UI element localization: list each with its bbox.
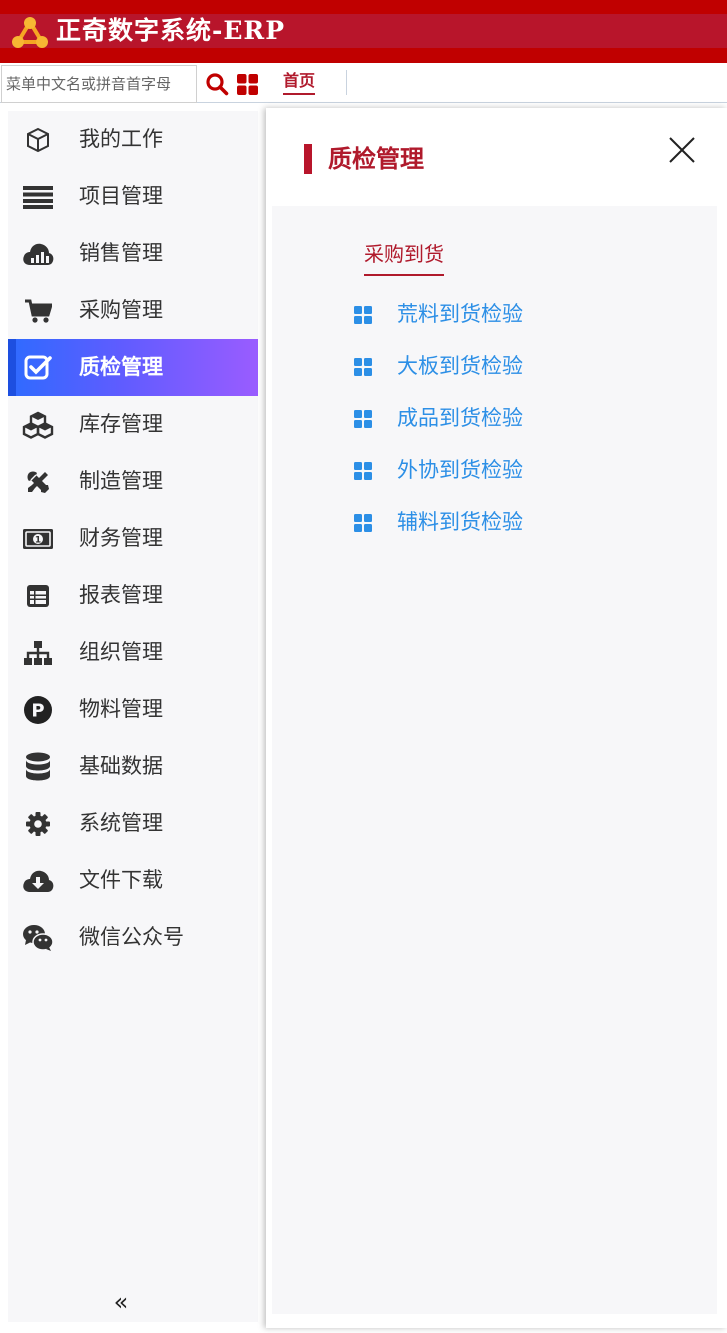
toolbar: 首页 — [0, 63, 727, 103]
cube-icon — [22, 125, 54, 155]
sidebar-item-purchasing[interactable]: 采购管理 — [8, 282, 258, 339]
grid-icon — [354, 410, 372, 428]
boxes-icon — [22, 410, 54, 440]
sidebar-item-projects[interactable]: 项目管理 — [8, 168, 258, 225]
apps-grid-icon[interactable] — [237, 74, 258, 95]
gear-icon — [22, 809, 54, 839]
submenu-item-label: 外协到货检验 — [397, 458, 523, 482]
sidebar-item-label: 项目管理 — [79, 184, 163, 208]
sidebar-item-reports[interactable]: 报表管理 — [8, 567, 258, 624]
submenu-item-label: 荒料到货检验 — [397, 302, 523, 326]
sidebar-item-label: 质检管理 — [79, 355, 163, 379]
sidebar-item-label: 制造管理 — [79, 469, 163, 493]
parking-icon: P — [22, 695, 54, 725]
sidebar-item-label: 物料管理 — [79, 697, 163, 721]
sidebar-item-inventory[interactable]: 库存管理 — [8, 396, 258, 453]
sidebar-item-sales[interactable]: 销售管理 — [8, 225, 258, 282]
cart-icon — [22, 296, 54, 326]
sidebar-item-base-data[interactable]: 基础数据 — [8, 738, 258, 795]
submenu-item-outsourced-inspection[interactable]: 外协到货检验 — [352, 450, 652, 490]
cloud-chart-icon — [22, 239, 54, 269]
cloud-download-icon — [22, 866, 54, 896]
submenu-item-label: 辅料到货检验 — [397, 510, 523, 534]
grid-icon — [354, 358, 372, 376]
panel-title-accent — [304, 144, 312, 174]
panel-title: 质检管理 — [328, 145, 424, 173]
submenu-item-raw-block-inspection[interactable]: 荒料到货检验 — [352, 294, 652, 334]
submenu-item-finished-inspection[interactable]: 成品到货检验 — [352, 398, 652, 438]
sidebar-item-label: 微信公众号 — [79, 925, 184, 949]
app-header: 正奇数字系统-ERP — [0, 0, 727, 63]
menu-search-input[interactable] — [1, 65, 197, 103]
section-heading-purchase-arrival[interactable]: 采购到货 — [364, 236, 444, 276]
list-icon — [22, 182, 54, 212]
sidebar-item-finance[interactable]: 1 财务管理 — [8, 510, 258, 567]
submenu-item-label: 成品到货检验 — [397, 406, 523, 430]
grid-icon — [354, 514, 372, 532]
tools-icon — [22, 467, 54, 497]
tab-home[interactable]: 首页 — [283, 69, 316, 95]
grid-icon — [354, 306, 372, 324]
submenu-panel: 质检管理 采购到货 荒料到货检验 大板到货检验 成品到货检验 外协到货检验 辅料… — [266, 108, 727, 1328]
logo-icon — [12, 17, 48, 48]
svg-text:1: 1 — [35, 536, 41, 546]
sidebar-item-wechat[interactable]: 微信公众号 — [8, 909, 258, 966]
submenu-item-slab-inspection[interactable]: 大板到货检验 — [352, 346, 652, 386]
sidebar-item-downloads[interactable]: 文件下载 — [8, 852, 258, 909]
checkbox-icon — [22, 353, 54, 383]
sidebar-item-system[interactable]: 系统管理 — [8, 795, 258, 852]
sidebar-item-label: 基础数据 — [79, 754, 163, 778]
close-icon[interactable] — [666, 134, 698, 166]
submenu-item-label: 大板到货检验 — [397, 354, 523, 378]
sidebar-item-materials[interactable]: P 物料管理 — [8, 681, 258, 738]
sidebar: 我的工作 项目管理 销售管理 采购管理 质检管理 库存管理 制造管理 1 财务管… — [8, 111, 258, 1322]
sidebar-item-quality[interactable]: 质检管理 — [8, 339, 258, 396]
sidebar-item-label: 报表管理 — [79, 583, 163, 607]
tab-divider — [346, 70, 347, 95]
app-title: 正奇数字系统-ERP — [56, 16, 286, 45]
sidebar-item-manufacturing[interactable]: 制造管理 — [8, 453, 258, 510]
sidebar-item-label: 组织管理 — [79, 640, 163, 664]
report-icon — [22, 581, 54, 611]
money-icon: 1 — [22, 524, 54, 554]
sidebar-item-label: 销售管理 — [79, 241, 163, 265]
sidebar-item-my-work[interactable]: 我的工作 — [8, 111, 258, 168]
sidebar-item-organization[interactable]: 组织管理 — [8, 624, 258, 681]
search-icon[interactable] — [205, 72, 229, 96]
submenu-item-auxiliary-inspection[interactable]: 辅料到货检验 — [352, 502, 652, 542]
database-icon — [22, 752, 54, 782]
grid-icon — [354, 462, 372, 480]
wechat-icon — [22, 923, 54, 953]
erp-page: 正奇数字系统-ERP 首页 我的工作 项目管理 — [0, 0, 727, 1333]
sidebar-item-label: 我的工作 — [79, 127, 163, 151]
sidebar-collapse-button[interactable]: « — [109, 1289, 133, 1315]
sidebar-item-label: 采购管理 — [79, 298, 163, 322]
sidebar-item-label: 文件下载 — [79, 868, 163, 892]
svg-text:P: P — [31, 701, 44, 722]
sidebar-item-label: 系统管理 — [79, 811, 163, 835]
sidebar-item-label: 财务管理 — [79, 526, 163, 550]
sidebar-item-label: 库存管理 — [79, 412, 163, 436]
org-chart-icon — [22, 638, 54, 668]
